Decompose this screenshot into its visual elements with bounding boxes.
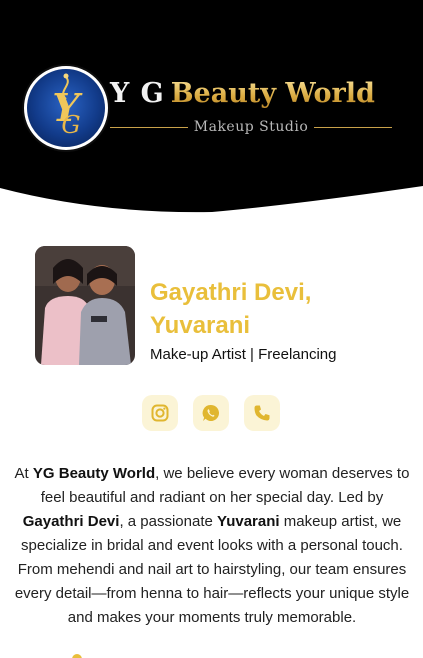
about-part1: At bbox=[14, 465, 33, 482]
tagline-divider-left bbox=[110, 126, 188, 128]
brand-name: Beauty World bbox=[170, 78, 375, 109]
brand-prefix: Y G bbox=[110, 78, 165, 109]
svg-text:G: G bbox=[61, 111, 80, 139]
about-person2: Yuvarani bbox=[217, 513, 280, 530]
instagram-button[interactable] bbox=[142, 395, 178, 431]
whatsapp-button[interactable] bbox=[193, 395, 229, 431]
yg-monogram-icon: Y G bbox=[24, 66, 108, 150]
tagline-divider-right bbox=[314, 126, 393, 128]
phone-icon bbox=[254, 405, 270, 421]
tagline-row: Makeup Studio bbox=[110, 118, 393, 136]
about-person1: Gayathri Devi bbox=[22, 513, 120, 530]
brand-title: Y G Beauty World bbox=[110, 78, 375, 116]
header: Y G Y G Beauty World Makeup Studio bbox=[0, 0, 423, 216]
instagram-icon bbox=[151, 404, 169, 422]
about-part3: , a passionate bbox=[119, 513, 218, 530]
about-text: At YG Beauty World, we believe every wom… bbox=[12, 462, 412, 630]
phone-button[interactable] bbox=[244, 395, 280, 431]
profile-role: Make-up Artist | Freelancing bbox=[150, 346, 337, 363]
whatsapp-icon bbox=[202, 404, 220, 421]
tagline: Makeup Studio bbox=[193, 119, 309, 135]
profile-name: Gayathri Devi, Yuvarani bbox=[150, 279, 312, 339]
profile-photo bbox=[35, 246, 135, 365]
about-brand: YG Beauty World bbox=[32, 465, 156, 482]
decorative-dot bbox=[72, 654, 82, 658]
